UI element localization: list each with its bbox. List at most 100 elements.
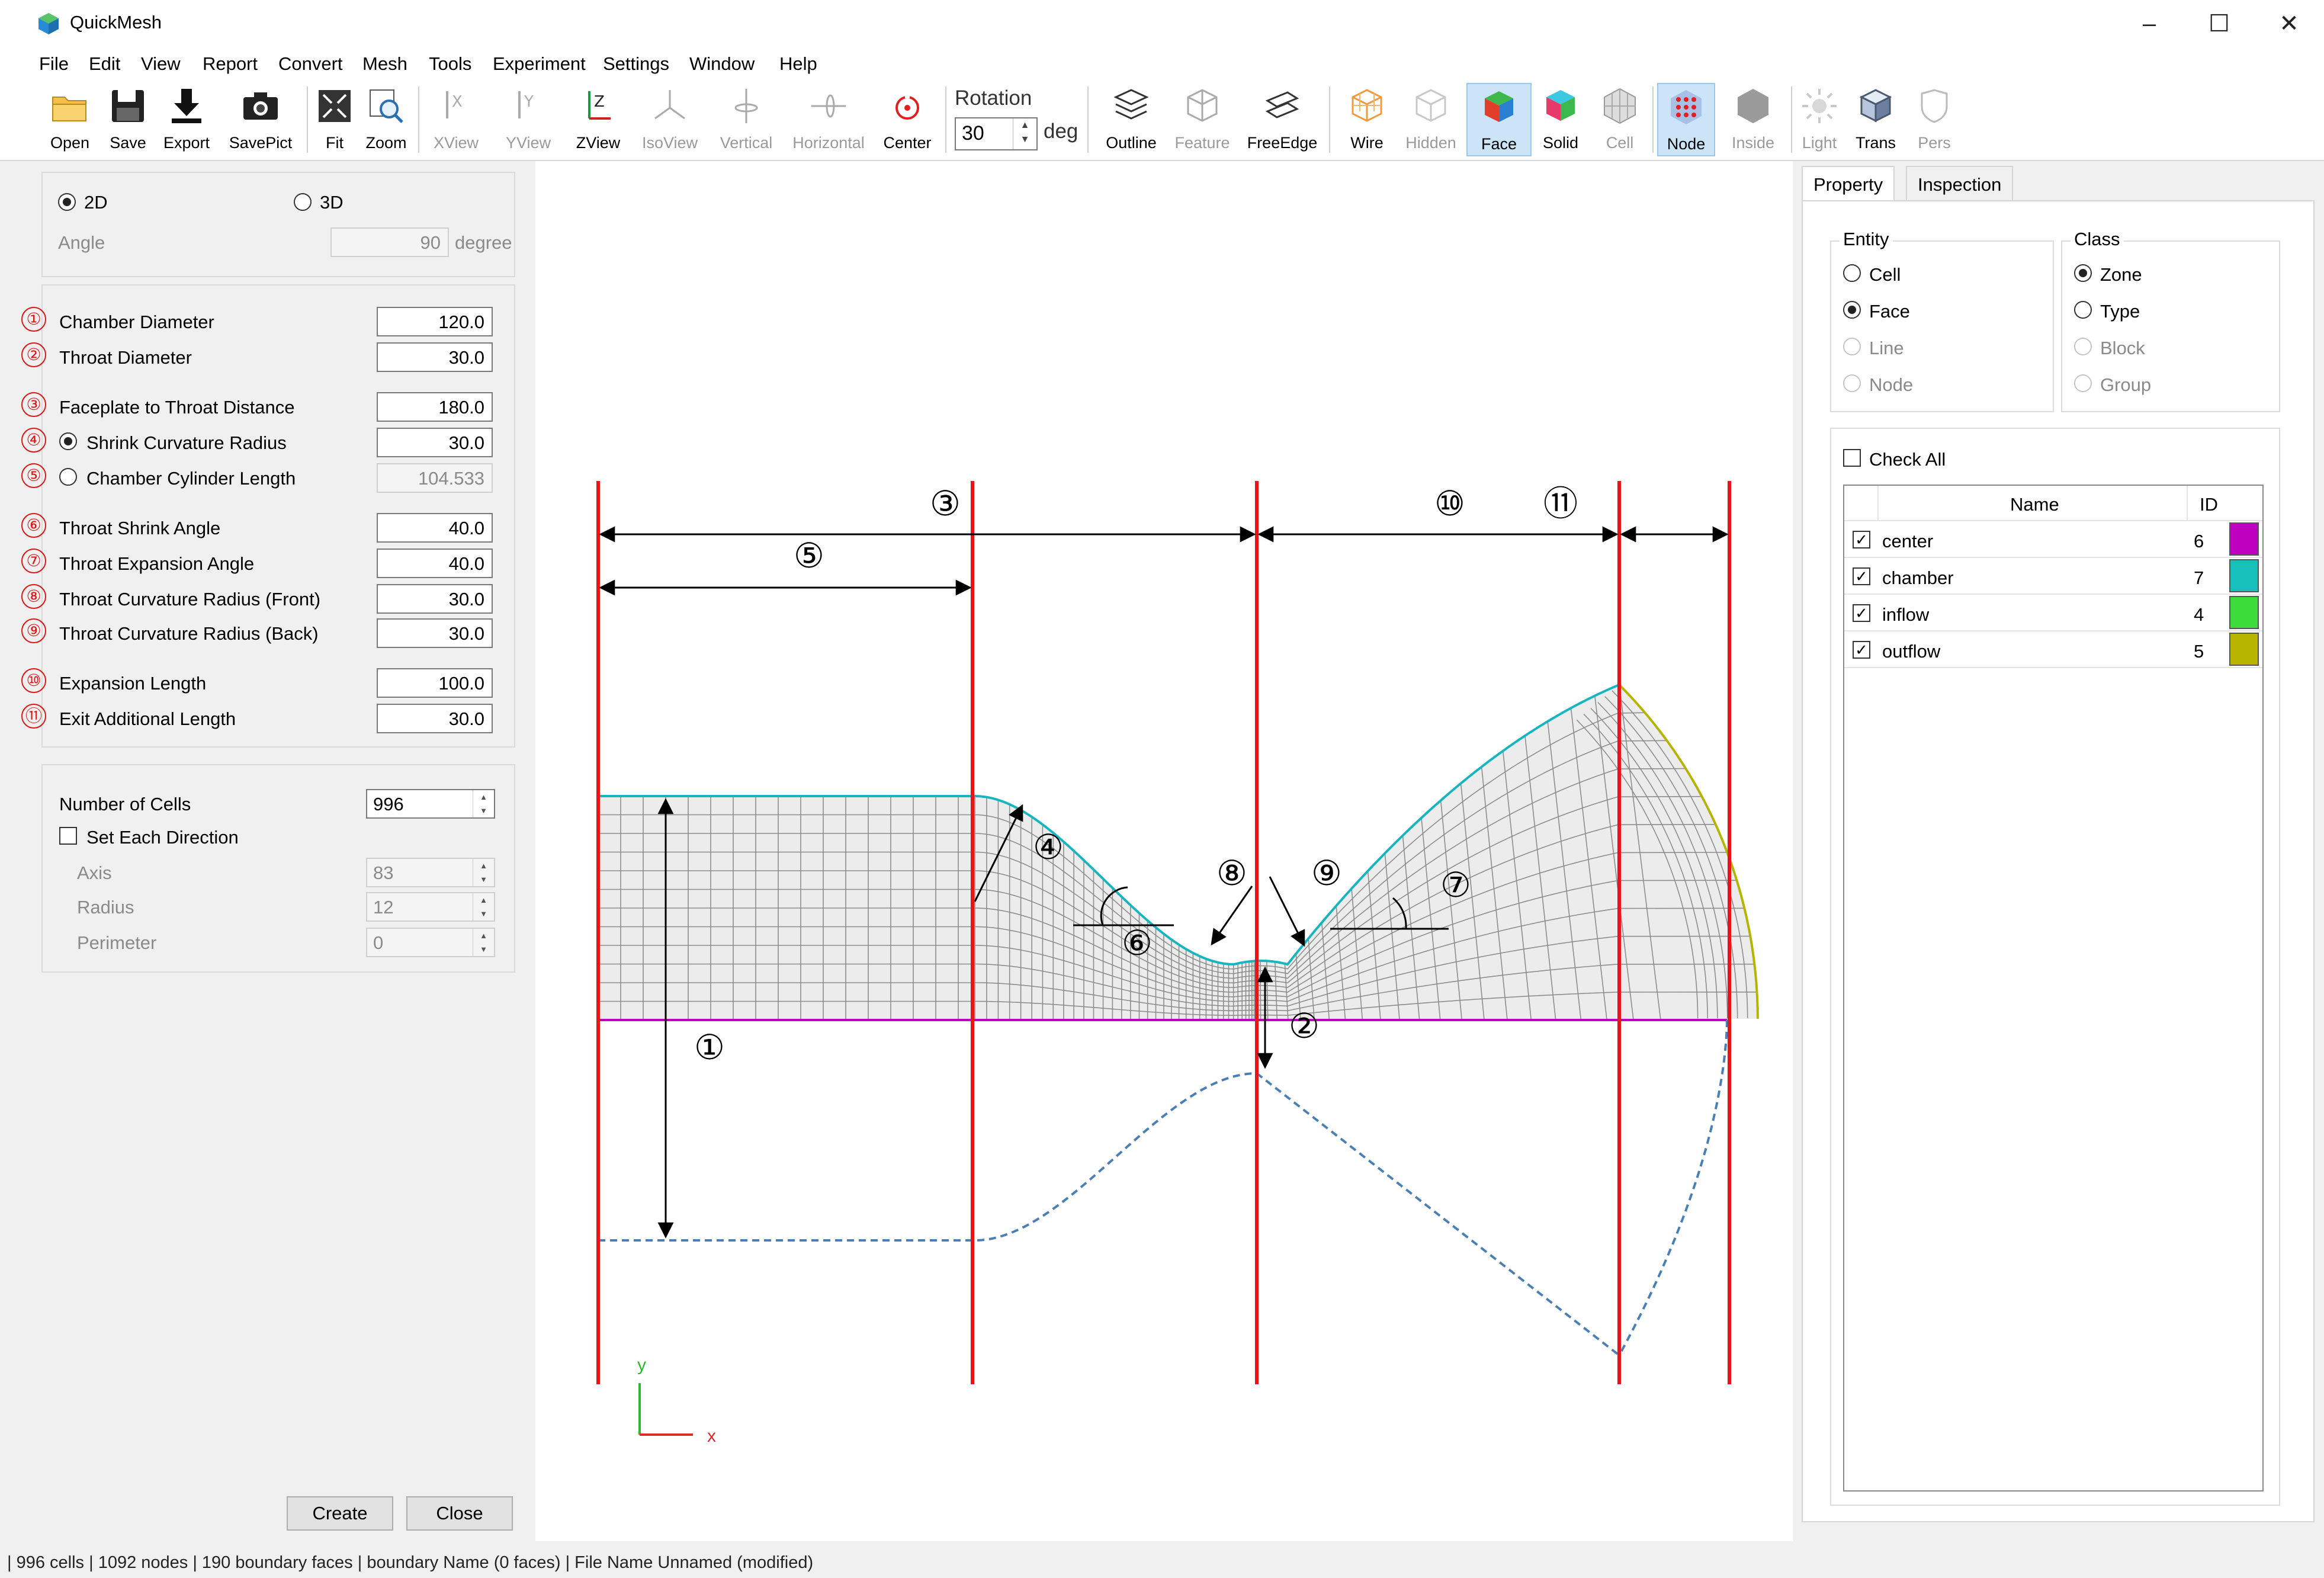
zone-color-swatch[interactable] — [2229, 559, 2259, 592]
spinner-arrows-icon[interactable]: ▲ ▼ — [473, 893, 494, 920]
check-all-checkbox[interactable] — [1843, 449, 1861, 467]
export-button[interactable]: Export — [160, 83, 213, 156]
radius-cells-field[interactable]: 12 ▲ ▼ — [366, 892, 495, 922]
zone-checkbox[interactable]: ✓ — [1853, 531, 1870, 549]
table-row[interactable]: ✓ center 6 — [1844, 521, 2262, 558]
status-text: | 996 cells | 1092 nodes | 190 boundary … — [7, 1553, 814, 1572]
set-each-direction-checkbox[interactable] — [59, 827, 77, 845]
zone-checkbox[interactable]: ✓ — [1853, 641, 1870, 659]
trans-button[interactable]: Trans — [1848, 83, 1904, 156]
angle-field[interactable]: 90 — [330, 227, 449, 257]
throat-diameter-field[interactable]: 30.0 — [377, 342, 493, 372]
menu-mesh[interactable]: Mesh — [362, 53, 407, 75]
table-row[interactable]: ✓ chamber 7 — [1844, 558, 2262, 595]
menu-view[interactable]: View — [141, 53, 181, 75]
spinner-arrows-icon[interactable]: ▲ ▼ — [473, 859, 494, 886]
chamber-cylinder-length-field[interactable]: 104.533 — [377, 463, 493, 493]
center-button[interactable]: Center — [878, 83, 937, 156]
create-button[interactable]: Create — [287, 1496, 393, 1531]
zone-checkbox[interactable]: ✓ — [1853, 567, 1870, 585]
save-button[interactable]: Save — [104, 83, 152, 156]
radio-class-zone[interactable] — [2074, 264, 2092, 282]
right-panel: Property Inspection Entity Cell Face Lin… — [1802, 166, 2315, 1541]
shrink-curvature-radio[interactable] — [59, 432, 77, 450]
graphics-viewport[interactable]: ③ ⑤ ⑩ ⑪ ④ ⑧ ⑨ ⑥ ⑦ ① ② y x — [535, 161, 1793, 1541]
isoview-button[interactable]: IsoView — [637, 83, 702, 156]
tab-property[interactable]: Property — [1802, 166, 1895, 201]
faceplate-throat-distance-field[interactable]: 180.0 — [377, 392, 493, 422]
radio-class-group[interactable] — [2074, 374, 2092, 392]
tab-inspection[interactable]: Inspection — [1906, 166, 2014, 201]
zone-color-swatch[interactable] — [2229, 596, 2259, 629]
hidden-button[interactable]: Hidden — [1401, 83, 1460, 156]
light-button[interactable]: Light — [1798, 83, 1841, 156]
menu-tools[interactable]: Tools — [429, 53, 471, 75]
spinner-arrows-icon[interactable]: ▲ ▼ — [473, 929, 494, 956]
radio-entity-face[interactable] — [1843, 301, 1861, 319]
radio-entity-line[interactable] — [1843, 338, 1861, 355]
dimension-arrow-8 — [1211, 886, 1253, 946]
zoom-button[interactable]: Zoom — [362, 83, 410, 156]
pers-button[interactable]: Pers — [1911, 83, 1958, 156]
axis-cells-field[interactable]: 83 ▲ ▼ — [366, 858, 495, 887]
menu-file[interactable]: File — [39, 53, 69, 75]
shrink-curvature-radius-field[interactable]: 30.0 — [377, 428, 493, 457]
horizontal-button[interactable]: Horizontal — [790, 83, 867, 156]
exit-additional-length-field[interactable]: 30.0 — [377, 704, 493, 733]
outline-button[interactable]: Outline — [1102, 83, 1161, 156]
radio-class-block[interactable] — [2074, 338, 2092, 355]
face-button[interactable]: Face — [1466, 83, 1532, 156]
wire-button[interactable]: Wire — [1337, 83, 1397, 156]
toolbar-separator — [945, 86, 946, 153]
fit-button[interactable]: Fit — [314, 83, 355, 156]
expansion-length-field[interactable]: 100.0 — [377, 668, 493, 698]
menu-report[interactable]: Report — [203, 53, 258, 75]
savepict-button[interactable]: SavePict — [225, 83, 296, 156]
close-button[interactable]: Close — [406, 1496, 513, 1531]
radio-2d[interactable] — [58, 193, 76, 211]
maximize-button[interactable]: ☐ — [2187, 5, 2252, 43]
throat-curvature-front-field[interactable]: 30.0 — [377, 584, 493, 614]
menu-settings[interactable]: Settings — [603, 53, 669, 75]
mesh-line — [1260, 960, 1261, 1021]
spinner-arrows-icon[interactable]: ▲ ▼ — [473, 790, 494, 817]
solid-button[interactable]: Solid — [1534, 83, 1587, 156]
throat-expansion-angle-field[interactable]: 40.0 — [377, 549, 493, 578]
xview-button[interactable]: X XView — [426, 83, 486, 156]
rotation-spinner[interactable]: ▲ ▼ — [1013, 118, 1036, 149]
minimize-button[interactable]: – — [2117, 5, 2182, 43]
feature-button[interactable]: Feature — [1173, 83, 1232, 156]
zone-color-swatch[interactable] — [2229, 633, 2259, 666]
table-row[interactable]: ✓ outflow 5 — [1844, 631, 2262, 668]
cells-count-field[interactable]: 996 ▲ ▼ — [366, 789, 495, 819]
solid-cube-icon — [1546, 90, 1575, 121]
throat-curvature-back-field[interactable]: 30.0 — [377, 618, 493, 648]
menu-experiment[interactable]: Experiment — [493, 53, 586, 75]
chamber-cylinder-radio[interactable] — [59, 468, 77, 486]
radio-entity-cell[interactable] — [1843, 264, 1861, 282]
yview-button[interactable]: Y YView — [499, 83, 558, 156]
throat-shrink-angle-field[interactable]: 40.0 — [377, 513, 493, 543]
vertical-button[interactable]: Vertical — [713, 83, 779, 156]
inside-button[interactable]: Inside — [1723, 83, 1783, 156]
radio-3d[interactable] — [294, 193, 312, 211]
node-button[interactable]: Node — [1657, 83, 1715, 156]
menu-convert[interactable]: Convert — [278, 53, 343, 75]
table-row[interactable]: ✓ inflow 4 — [1844, 595, 2262, 631]
chamber-diameter-field[interactable]: 120.0 — [377, 307, 493, 336]
zone-color-swatch[interactable] — [2229, 522, 2259, 556]
perimeter-cells-field[interactable]: 0 ▲ ▼ — [366, 928, 495, 957]
radio-class-type[interactable] — [2074, 301, 2092, 319]
radio-entity-node[interactable] — [1843, 374, 1861, 392]
param-label: Shrink Curvature Radius — [86, 432, 287, 453]
open-button[interactable]: Open — [46, 83, 94, 156]
close-window-button[interactable]: ✕ — [2256, 5, 2322, 43]
download-arrow-icon — [172, 89, 201, 123]
zview-button[interactable]: Z ZView — [569, 83, 628, 156]
cell-button[interactable]: Cell — [1593, 83, 1646, 156]
zone-checkbox[interactable]: ✓ — [1853, 604, 1870, 622]
menu-edit[interactable]: Edit — [89, 53, 120, 75]
freeedge-button[interactable]: FreeEdge — [1244, 83, 1321, 156]
menu-help[interactable]: Help — [779, 53, 817, 75]
menu-window[interactable]: Window — [689, 53, 755, 75]
